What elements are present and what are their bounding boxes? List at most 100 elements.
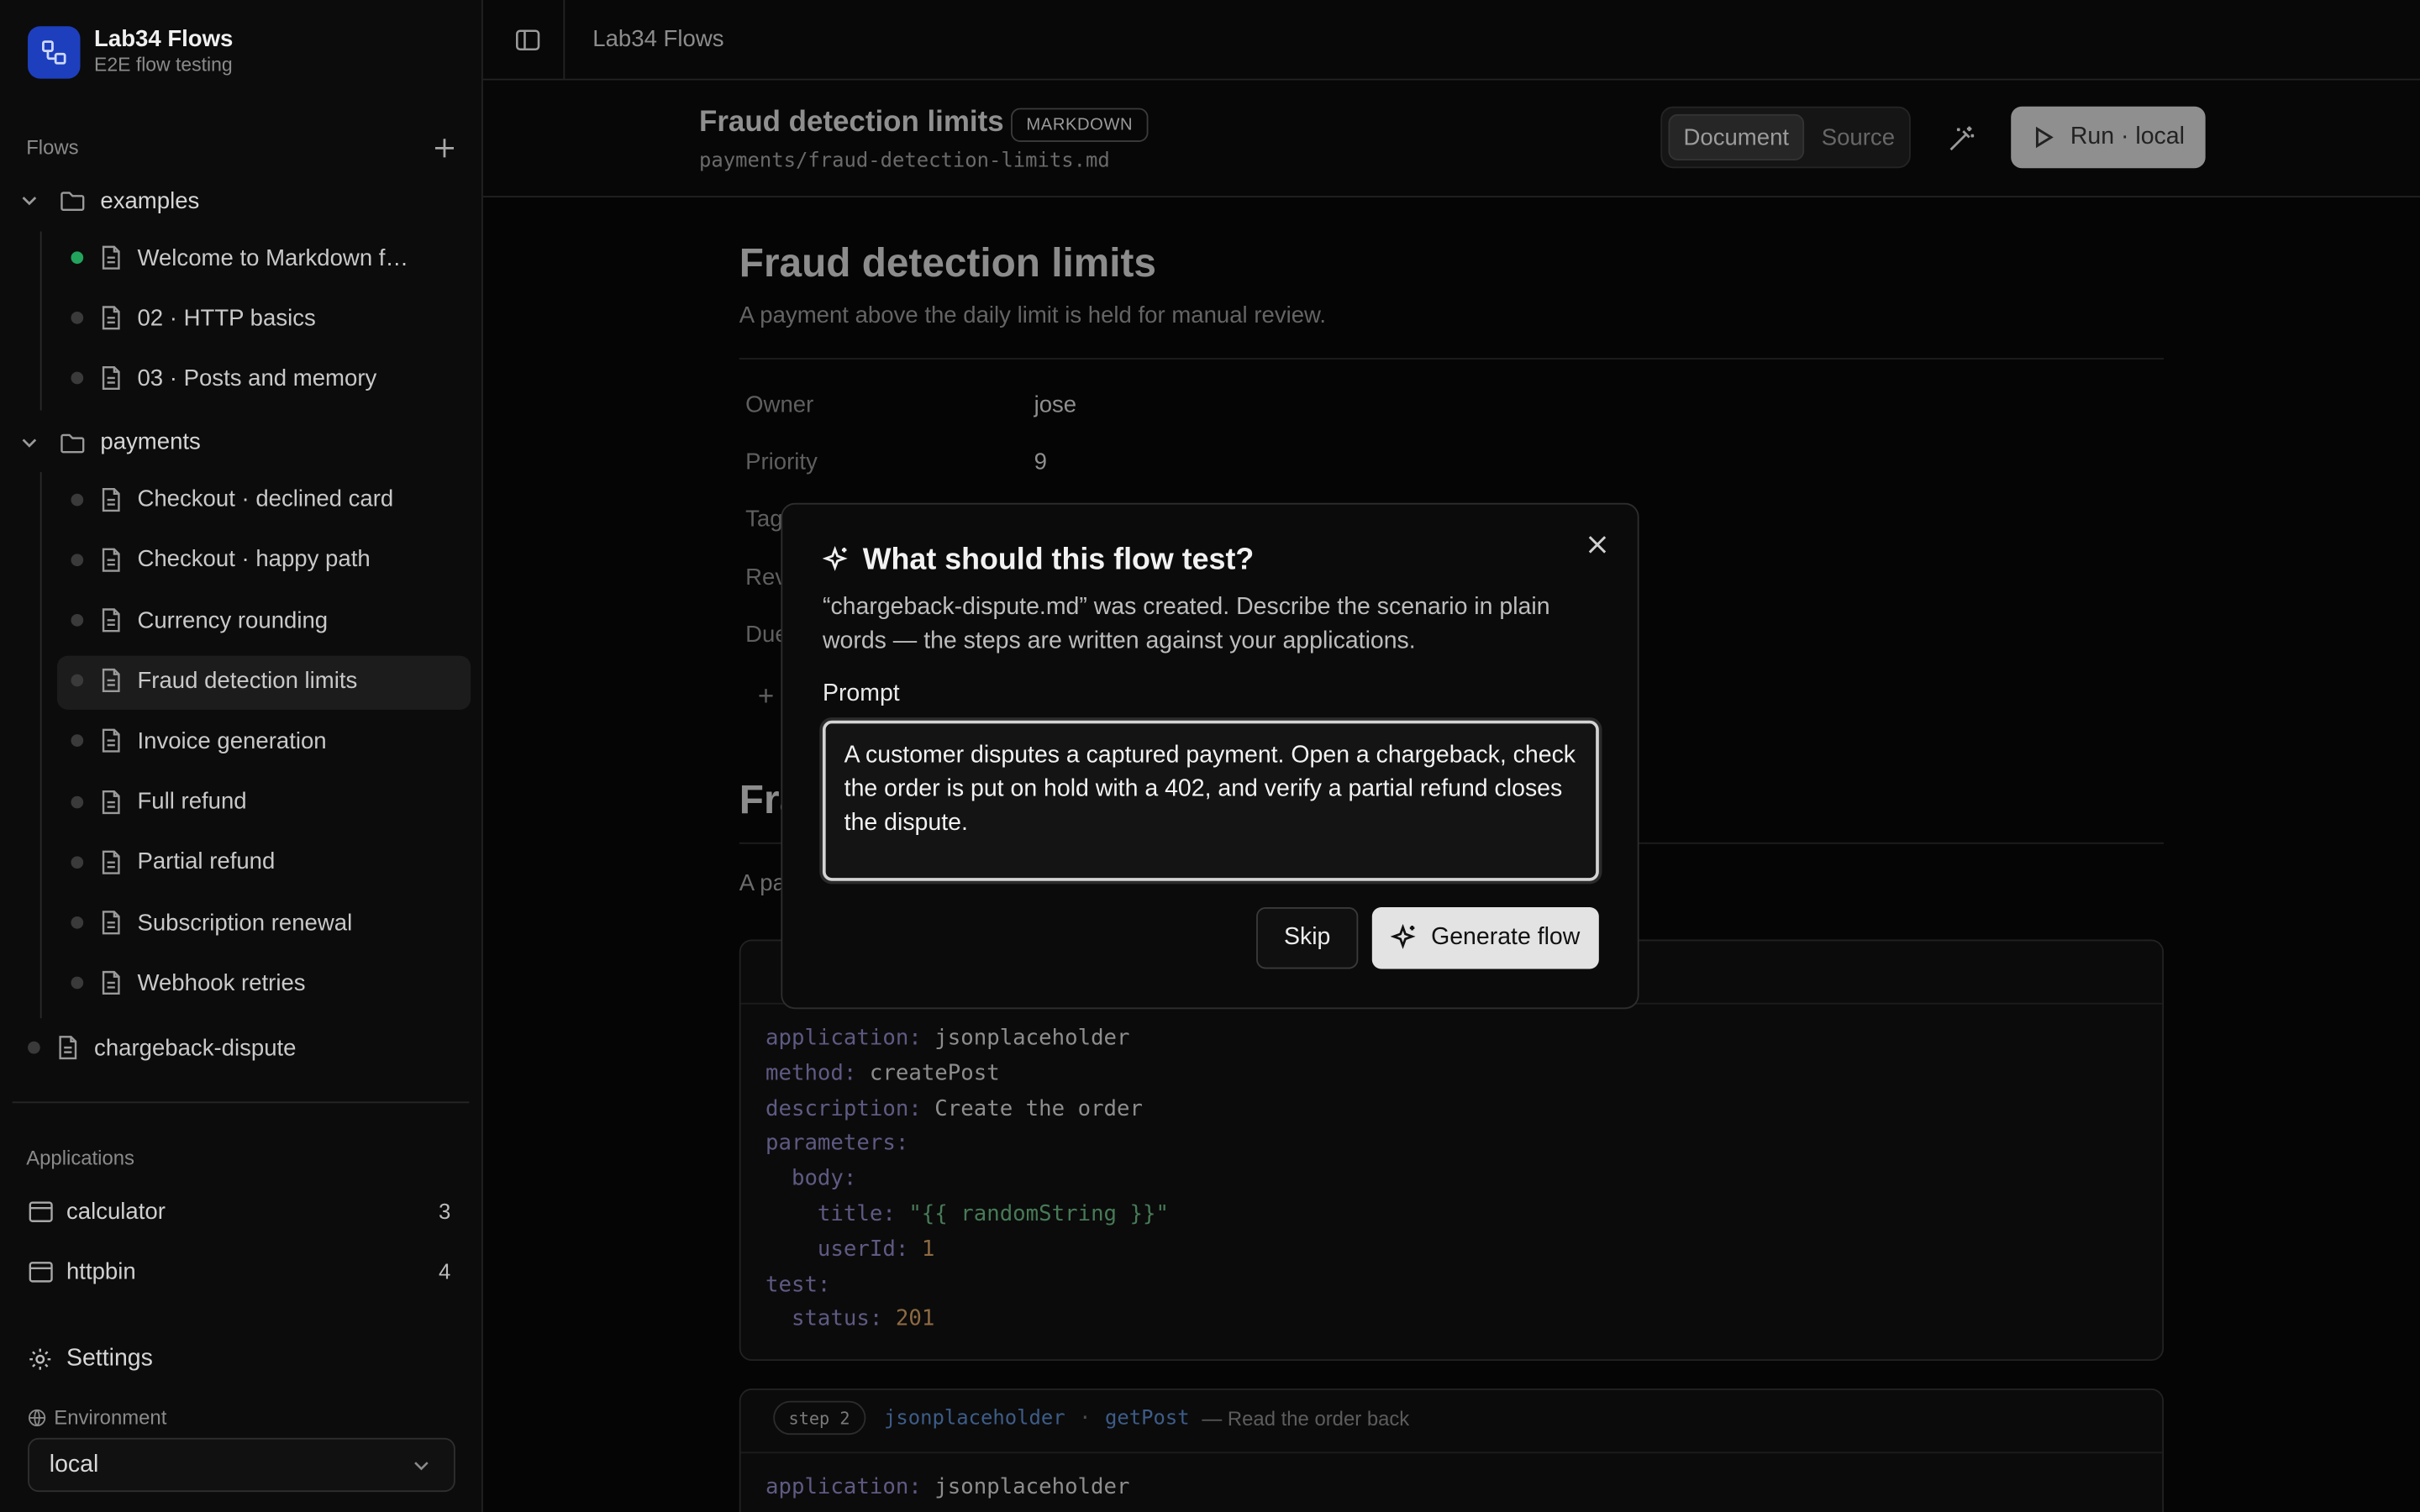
flow-item-label: chargeback-dispute (94, 1034, 297, 1061)
code-line: application: jsonplaceholder (765, 1026, 1130, 1051)
plus-icon (434, 139, 454, 158)
flow-item[interactable]: Currency rounding (57, 594, 471, 646)
add-property-icon[interactable]: + (758, 680, 774, 713)
flow-item[interactable]: Webhook retries (57, 957, 471, 1009)
file-icon (102, 850, 120, 874)
property-key: Owner (745, 391, 814, 418)
step-1-code: application: jsonplaceholder method: crea… (765, 1021, 1169, 1338)
dialog-description: “chargeback-dispute.md” was created. Des… (822, 594, 1550, 654)
code-line: body: (765, 1166, 857, 1192)
step-method: getPost (1105, 1406, 1190, 1430)
flow-item-label: Fraud detection limits (137, 667, 358, 694)
environment-select[interactable]: local (28, 1437, 455, 1493)
status-dot (71, 795, 84, 808)
app-name: Lab34 Flows (94, 26, 234, 53)
application-count: 4 (438, 1258, 451, 1284)
flows-section-label: Flows (26, 135, 79, 160)
code-line: description: Create the order (765, 1096, 1143, 1121)
code-line: test: (765, 1272, 831, 1297)
flow-item-label: Checkout · declined card (137, 486, 394, 512)
status-dot (71, 674, 84, 687)
code-line: title: "{{ randomString }}" (765, 1201, 1169, 1227)
flow-item-label: Checkout · happy path (137, 546, 371, 573)
tab-document[interactable]: Document (1668, 113, 1805, 161)
skip-button[interactable]: Skip (1256, 906, 1359, 969)
flow-item[interactable]: chargeback-dispute (15, 1021, 471, 1074)
property-value[interactable]: jose (1034, 392, 1077, 418)
file-icon (102, 306, 120, 330)
step-application: jsonplaceholder (883, 1406, 1065, 1430)
document-header: Fraud detection limits MARKDOWN payments… (482, 80, 2420, 198)
flow-item-label: 03 · Posts and memory (137, 365, 377, 392)
gear-icon (29, 1348, 51, 1370)
code-line: parameters: (765, 1131, 909, 1157)
flow-item-label: Webhook retries (137, 969, 306, 996)
status-dot (71, 976, 84, 990)
sparkles-icon (1391, 924, 1417, 949)
application-item[interactable]: httpbin 4 (28, 1248, 457, 1294)
globe-icon (28, 1408, 46, 1426)
file-icon (102, 548, 120, 572)
format-badge: MARKDOWN (1011, 108, 1149, 142)
file-icon (102, 366, 120, 391)
run-label: Run · local (2070, 123, 2185, 150)
dialog-title: What should this flow test? (862, 543, 1255, 577)
flow-item[interactable]: Welcome to Markdown f… (57, 232, 471, 284)
file-icon (59, 1036, 77, 1060)
sparkles-icon (822, 546, 848, 571)
flow-item[interactable]: Checkout · declined card (57, 473, 471, 525)
flow-item[interactable]: Full refund (57, 775, 471, 827)
flow-item[interactable]: Partial refund (57, 836, 471, 888)
application-item[interactable]: calculator 3 (28, 1188, 457, 1234)
generate-flow-dialog: What should this flow test? “chargeback-… (781, 502, 1639, 1010)
application-name: calculator (66, 1198, 166, 1225)
application-icon (29, 1200, 53, 1222)
file-icon (102, 669, 120, 693)
application-icon (29, 1261, 53, 1282)
prompt-label: Prompt (822, 680, 900, 707)
flow-item[interactable]: Checkout · happy path (57, 533, 471, 585)
document-lead: A payment above the daily limit is held … (739, 302, 1327, 329)
folder-payments[interactable]: payments (0, 416, 471, 468)
toggle-sidebar-button[interactable] (514, 26, 542, 54)
flow-item[interactable]: Invoice generation (57, 715, 471, 767)
tab-source[interactable]: Source (1810, 114, 1906, 160)
settings-label: Settings (66, 1345, 153, 1372)
step-description: — Read the order back (1202, 1406, 1410, 1430)
file-icon (102, 487, 120, 512)
file-icon (102, 911, 120, 935)
flow-item[interactable]: 02 · HTTP basics (57, 291, 471, 344)
flow-item[interactable]: 03 · Posts and memory (57, 352, 471, 404)
settings-link[interactable]: Settings (28, 1346, 153, 1373)
property-key: Tag (745, 507, 783, 533)
status-dot (71, 251, 84, 265)
add-flow-button[interactable] (430, 134, 458, 162)
sidebar-toggle-icon (516, 29, 540, 51)
status-dot (71, 916, 84, 929)
step-badge: step 2 (773, 1400, 865, 1436)
chevron-down-icon (414, 1462, 429, 1471)
property-value[interactable]: 9 (1034, 449, 1047, 475)
run-button[interactable]: Run · local (2011, 106, 2206, 169)
chevron-down-icon (22, 438, 37, 448)
magic-wand-button[interactable] (1946, 123, 1977, 155)
status-dot (71, 614, 84, 627)
status-dot (71, 855, 84, 869)
flow-item[interactable]: Subscription renewal (57, 896, 471, 948)
folder-examples[interactable]: examples (0, 175, 471, 227)
app-subtitle: E2E flow testing (94, 54, 233, 76)
sidebar-divider (12, 1101, 470, 1104)
view-toggle: Document Source (1660, 106, 1911, 169)
document-title: Fraud detection limits (699, 106, 1004, 139)
prompt-input[interactable]: A customer disputes a captured payment. … (822, 720, 1599, 881)
section-paragraph: A pa (739, 869, 786, 897)
tree-guide (39, 231, 42, 411)
generate-flow-button[interactable]: Generate flow (1371, 906, 1599, 969)
code-line: userId: 1 (765, 1236, 935, 1263)
status-dot (71, 372, 84, 386)
flow-item-label: 02 · HTTP basics (137, 305, 316, 332)
step-2-header[interactable]: step 2 jsonplaceholder · getPost — Read … (773, 1400, 1410, 1436)
brand[interactable]: Lab34 Flows E2E flow testing (28, 26, 234, 79)
flow-item[interactable]: Fraud detection limits (57, 654, 471, 706)
close-button[interactable] (1586, 533, 1611, 558)
